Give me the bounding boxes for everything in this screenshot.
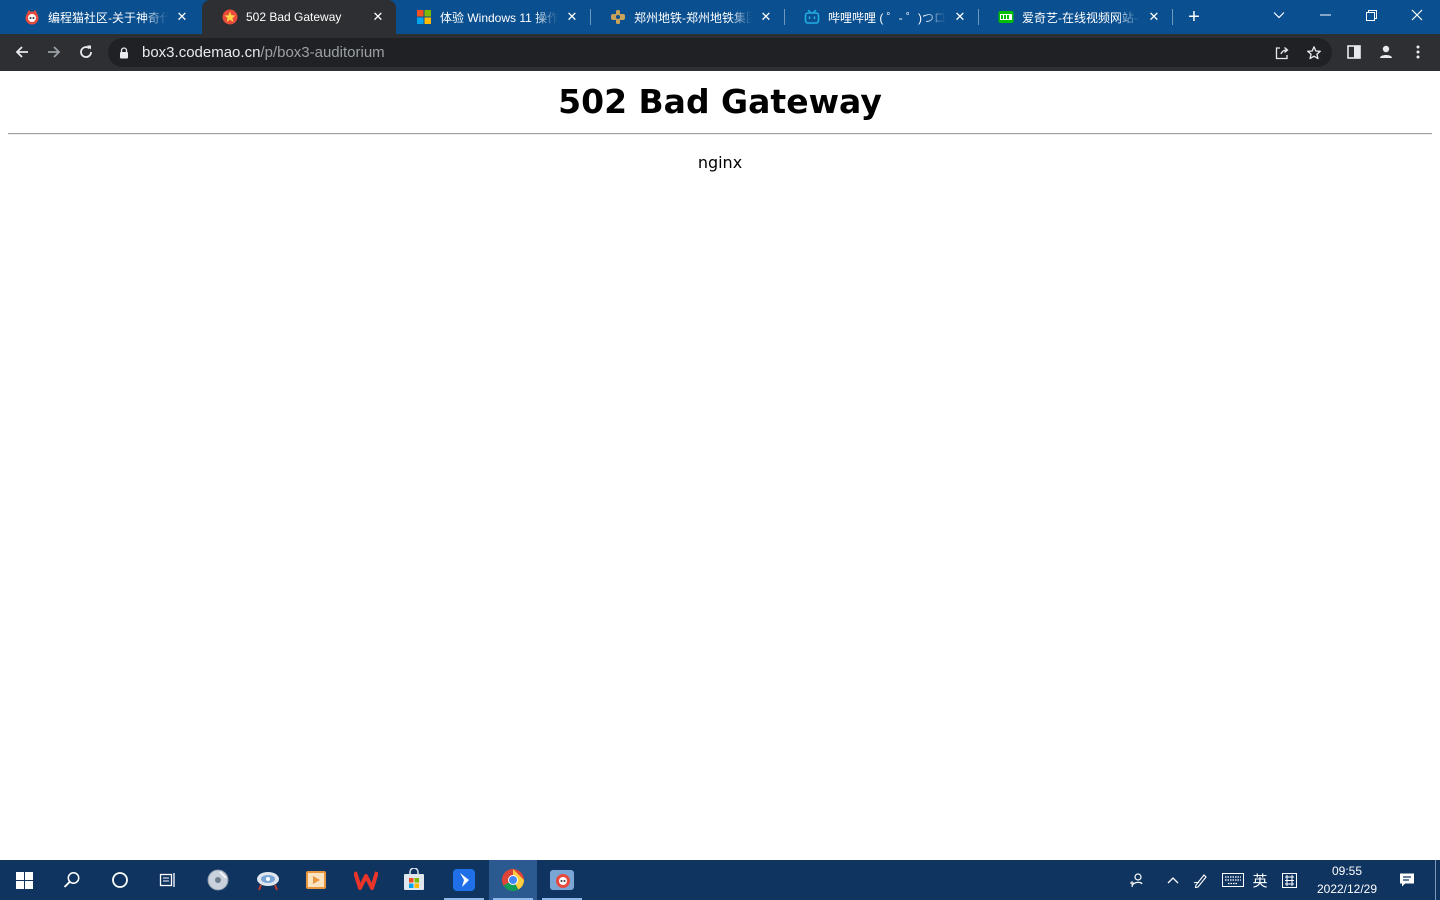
task-view-icon[interactable]	[144, 860, 192, 900]
touch-keyboard-icon[interactable]	[1220, 870, 1246, 890]
close-window-icon[interactable]	[1394, 0, 1440, 30]
url-path: /p/box3-auditorium	[260, 44, 385, 61]
browser-toolbar: box3.codemao.cn/p/box3-auditorium	[0, 34, 1440, 71]
tab-502-bad-gateway[interactable]: 502 Bad Gateway ✕	[202, 0, 396, 34]
wps-office-icon[interactable]	[342, 860, 390, 900]
side-panel-icon[interactable]	[1340, 38, 1368, 66]
back-arrow-icon[interactable]	[8, 38, 36, 66]
bilibili-tv-icon	[804, 9, 820, 25]
chrome-browser-icon[interactable]	[489, 860, 537, 900]
chevron-up-icon[interactable]	[1162, 870, 1184, 890]
profile-avatar-icon[interactable]	[1372, 38, 1400, 66]
ime-mode-icon[interactable]	[1278, 870, 1300, 890]
divider	[8, 133, 1432, 135]
clock-date: 2022/12/29	[1316, 882, 1378, 896]
new-tab-button[interactable]: +	[1182, 5, 1206, 29]
tab-codemao-community[interactable]: 编程猫社区-关于神奇代码 ✕	[4, 0, 200, 34]
codemao-cat-app-icon[interactable]	[244, 860, 292, 900]
bookmark-star-icon[interactable]	[1305, 44, 1323, 62]
restore-window-icon[interactable]	[1348, 0, 1394, 30]
kebab-menu-icon[interactable]	[1404, 38, 1432, 66]
tab-title: 郑州地铁-郑州地铁集团有限公司	[634, 10, 752, 25]
tab-title: 502 Bad Gateway	[246, 10, 342, 24]
forward-arrow-icon[interactable]	[40, 38, 68, 66]
minimize-window-icon[interactable]	[1302, 0, 1348, 30]
url-host: box3.codemao.cn	[142, 44, 261, 61]
tab-windows-11[interactable]: 体验 Windows 11 操作系统 ✕	[396, 0, 590, 34]
zhengzhou-metro-icon	[610, 9, 626, 25]
show-desktop-button[interactable]	[1435, 860, 1436, 900]
search-icon[interactable]	[48, 860, 96, 900]
ime-language-indicator[interactable]: 英	[1249, 870, 1271, 890]
lock-icon[interactable]	[119, 46, 129, 64]
reload-icon[interactable]	[72, 38, 100, 66]
close-tab-icon[interactable]: ✕	[952, 9, 968, 25]
close-tab-icon[interactable]: ✕	[370, 9, 386, 25]
close-tab-icon[interactable]: ✕	[1146, 9, 1162, 25]
tab-strip: 编程猫社区-关于神奇代码 ✕ 502 Bad Gateway ✕ 体验 Wind…	[0, 0, 1440, 34]
codemao-star-icon	[222, 9, 238, 25]
windows-logo-icon	[416, 9, 432, 25]
tab-title: 编程猫社区-关于神奇代码	[48, 10, 168, 25]
media-player-icon[interactable]	[292, 860, 340, 900]
iqiyi-logo-icon	[998, 9, 1014, 25]
codemao-cat-icon	[24, 9, 40, 25]
tab-separator	[1172, 9, 1173, 25]
cortana-circle-icon[interactable]	[96, 860, 144, 900]
action-center-icon[interactable]	[1396, 870, 1418, 890]
close-tab-icon[interactable]: ✕	[758, 9, 774, 25]
close-tab-icon[interactable]: ✕	[564, 9, 580, 25]
tab-title: 体验 Windows 11 操作系统	[440, 10, 558, 25]
tab-iqiyi[interactable]: 爱奇艺-在线视频网站-海量正版 ✕	[978, 0, 1172, 34]
tab-zhengzhou-metro[interactable]: 郑州地铁-郑州地铁集团有限公司 ✕	[590, 0, 784, 34]
tab-title: 哔哩哔哩 ( ゜- ゜)つロ 干杯	[828, 10, 946, 25]
tab-title: 爱奇艺-在线视频网站-海量正版	[1022, 10, 1140, 25]
server-name: nginx	[697, 153, 743, 172]
page-content: 502 Bad Gateway nginx	[0, 71, 1440, 860]
pen-icon[interactable]	[1190, 870, 1212, 890]
feishu-app-icon[interactable]	[440, 860, 488, 900]
address-bar[interactable]: box3.codemao.cn/p/box3-auditorium	[108, 38, 1332, 67]
codemao-editor-icon[interactable]	[538, 860, 586, 900]
close-tab-icon[interactable]: ✕	[174, 9, 190, 25]
url-text[interactable]: box3.codemao.cn/p/box3-auditorium	[142, 38, 385, 67]
page-title: 502 Bad Gateway	[558, 82, 882, 121]
microsoft-store-icon[interactable]	[390, 860, 438, 900]
windows-taskbar: 英 09:55 2022/12/29	[0, 860, 1440, 900]
people-icon[interactable]	[1126, 870, 1148, 890]
start-windows-icon[interactable]	[0, 860, 48, 900]
share-icon[interactable]	[1273, 44, 1291, 62]
disc-app-icon[interactable]	[194, 860, 242, 900]
tab-search-chevron-icon[interactable]	[1256, 0, 1302, 30]
system-clock[interactable]: 09:55 2022/12/29	[1304, 862, 1390, 898]
clock-time: 09:55	[1331, 864, 1363, 878]
tab-bilibili[interactable]: 哔哩哔哩 ( ゜- ゜)つロ 干杯 ✕	[784, 0, 978, 34]
